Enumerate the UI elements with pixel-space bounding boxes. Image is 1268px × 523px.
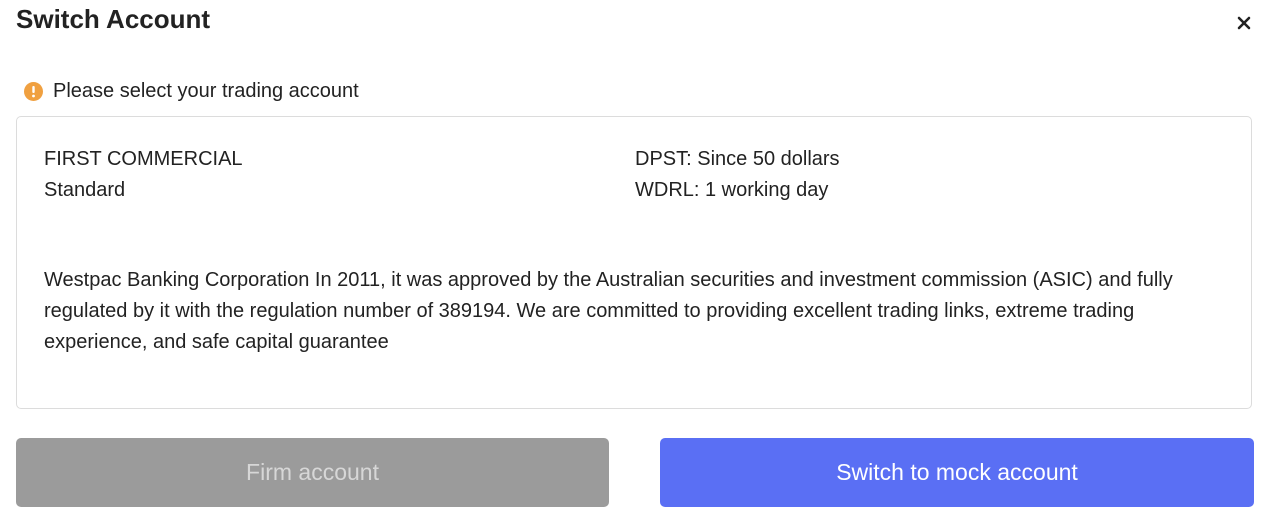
select-account-notice: Please select your trading account bbox=[24, 79, 359, 103]
switch-to-mock-account-button[interactable]: Switch to mock account bbox=[660, 438, 1254, 507]
account-type: Standard bbox=[44, 179, 126, 201]
account-card[interactable]: FIRST COMMERCIAL Standard DPST: Since 50… bbox=[16, 116, 1252, 409]
close-icon[interactable] bbox=[1233, 12, 1255, 34]
account-description: Westpac Banking Corporation In 2011, it … bbox=[44, 269, 1173, 353]
notice-text: Please select your trading account bbox=[53, 79, 359, 102]
warning-icon bbox=[24, 81, 43, 101]
withdrawal-info: WDRL: 1 working day bbox=[635, 179, 829, 201]
dialog-title: Switch Account bbox=[16, 4, 211, 34]
firm-account-button[interactable]: Firm account bbox=[16, 438, 609, 507]
deposit-info: DPST: Since 50 dollars bbox=[635, 148, 840, 170]
account-name: FIRST COMMERCIAL bbox=[44, 148, 243, 170]
switch-account-dialog: Switch Account Please select your tradin… bbox=[0, 0, 1268, 523]
